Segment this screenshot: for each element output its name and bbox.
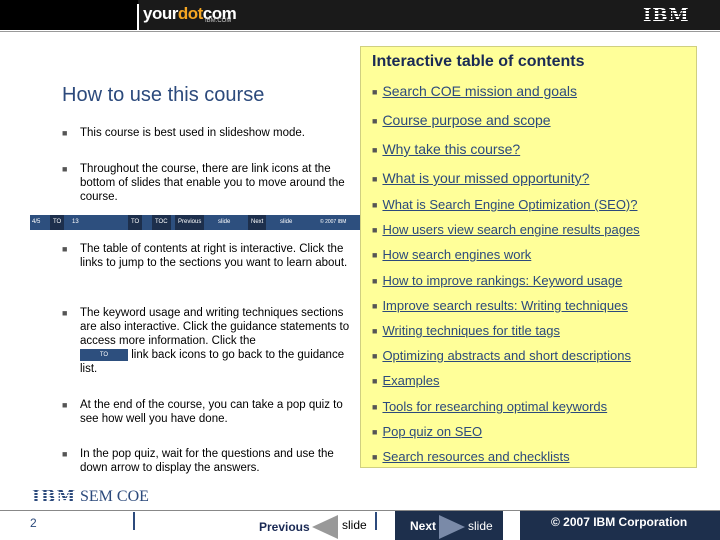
toc-link-title-tags[interactable]: ■ Writing techniques for title tags bbox=[372, 323, 560, 338]
bullet-square-icon: ■ bbox=[372, 326, 378, 336]
bullet-quiz-answers: ■ In the pop quiz, wait for the question… bbox=[62, 448, 334, 474]
bullet-square-icon: ■ bbox=[62, 449, 68, 459]
bullet-square-icon: ■ bbox=[62, 244, 68, 254]
bullet-link-icons: ■ Throughout the course, there are link … bbox=[62, 163, 345, 203]
page-number: 2 bbox=[30, 516, 37, 530]
bullet-square-icon: ■ bbox=[62, 164, 68, 174]
copyright-text: © 2007 IBM Corporation bbox=[551, 515, 688, 529]
nav-to-toc-button[interactable]: TO bbox=[128, 215, 143, 230]
bullet-keyword-sections: ■ The keyword usage and writing techniqu… bbox=[62, 307, 350, 375]
toc-link-writing[interactable]: ■ Improve search results: Writing techniq… bbox=[372, 298, 628, 313]
bullet-square-icon: ■ bbox=[372, 452, 378, 462]
toc-link-tools[interactable]: ■ Tools for researching optimal keywords bbox=[372, 399, 607, 414]
left-arrow-icon bbox=[312, 515, 338, 539]
toc-link-resources[interactable]: ■ Search resources and checklists bbox=[372, 449, 570, 464]
toc-link-missed[interactable]: ■ What is your missed opportunity? bbox=[372, 170, 589, 186]
toc-link-pop-quiz[interactable]: ■ Pop quiz on SEO bbox=[372, 424, 482, 439]
header-left-block bbox=[0, 0, 138, 30]
nav-toc-button[interactable]: TOC bbox=[152, 215, 171, 230]
nav-to-button[interactable]: TO bbox=[50, 215, 65, 230]
ibm-logo-footer: IBM bbox=[32, 487, 77, 507]
bullet-toc-interactive: ■ The table of contents at right is inte… bbox=[62, 243, 348, 269]
footer-tick bbox=[133, 512, 135, 530]
bullet-square-icon: ■ bbox=[372, 276, 378, 286]
toc-link-users-view[interactable]: ■ How users view search engine results pa… bbox=[372, 222, 640, 237]
nav-previous-button[interactable]: Previous bbox=[175, 215, 205, 230]
bullet-square-icon: ■ bbox=[372, 87, 378, 97]
link-back-icon[interactable]: TO bbox=[80, 348, 128, 361]
toc-link-seo[interactable]: ■ What is Search Engine Optimization (SEO… bbox=[372, 197, 638, 212]
ibm-logo-header[interactable]: IBM bbox=[643, 5, 690, 26]
bullet-pop-quiz: ■ At the end of the course, you can take… bbox=[62, 399, 343, 425]
bullet-square-icon: ■ bbox=[372, 427, 378, 437]
right-arrow-icon bbox=[439, 515, 465, 539]
brand-subtitle: IBM.COM bbox=[205, 18, 232, 24]
nav-strip-example: 4/5 TO 13 TO TOC Previous slide Next sli… bbox=[30, 215, 360, 240]
bullet-square-icon: ■ bbox=[372, 250, 378, 260]
bullet-square-icon: ■ bbox=[62, 308, 68, 318]
header-separator bbox=[137, 4, 139, 30]
sem-coe-label: SEM COE bbox=[80, 488, 149, 505]
toc-link-engines-work[interactable]: ■ How search engines work bbox=[372, 247, 531, 262]
next-slide-button[interactable]: Next slide bbox=[395, 511, 503, 540]
footer-tick bbox=[375, 512, 377, 530]
bullet-square-icon: ■ bbox=[372, 145, 378, 155]
bullet-square-icon: ■ bbox=[372, 376, 378, 386]
nav-next-button[interactable]: Next bbox=[248, 215, 267, 230]
toc-link-abstracts[interactable]: ■ Optimizing abstracts and short descript… bbox=[372, 348, 631, 363]
toc-link-mission[interactable]: ■ Search COE mission and goals bbox=[372, 83, 577, 99]
bullet-square-icon: ■ bbox=[372, 301, 378, 311]
bullet-square-icon: ■ bbox=[372, 200, 378, 210]
toc-title: Interactive table of contents bbox=[372, 53, 585, 70]
toc-link-examples[interactable]: ■ Examples bbox=[372, 373, 440, 388]
previous-slide-label: slide bbox=[342, 518, 367, 532]
bullet-square-icon: ■ bbox=[372, 402, 378, 412]
toc-link-keyword-usage[interactable]: ■ How to improve rankings: Keyword usage bbox=[372, 273, 622, 288]
bullet-square-icon: ■ bbox=[372, 351, 378, 361]
bullet-square-icon: ■ bbox=[372, 116, 378, 126]
toc-link-purpose[interactable]: ■ Course purpose and scope bbox=[372, 112, 551, 128]
bullet-square-icon: ■ bbox=[372, 174, 378, 184]
toc-link-why[interactable]: ■ Why take this course? bbox=[372, 141, 520, 157]
previous-slide-button[interactable]: Previous bbox=[250, 511, 340, 540]
bullet-slideshow: ■ This course is best used in slideshow … bbox=[62, 127, 305, 139]
bullet-square-icon: ■ bbox=[372, 225, 378, 235]
bullet-square-icon: ■ bbox=[62, 400, 68, 410]
bullet-square-icon: ■ bbox=[62, 128, 68, 138]
header-divider bbox=[0, 31, 720, 32]
top-header-bar bbox=[0, 0, 720, 30]
page-title: How to use this course bbox=[62, 84, 265, 106]
